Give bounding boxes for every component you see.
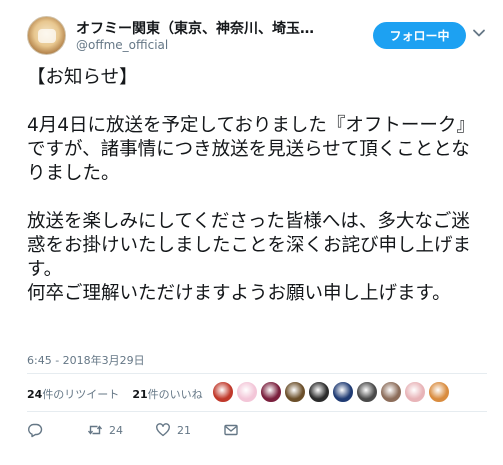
direct-message-button[interactable] bbox=[223, 422, 239, 438]
like-button[interactable]: 21 bbox=[155, 422, 191, 438]
retweet-stat[interactable]: 24件のリツイート bbox=[27, 386, 119, 402]
liker-avatars bbox=[212, 381, 452, 405]
tweet-header: オフミー関東（東京、神奈川、埼玉… @offme_official フォロー中 bbox=[27, 16, 487, 58]
retweet-button[interactable]: 24 bbox=[87, 422, 123, 438]
tweet-actions: 24 21 bbox=[27, 420, 239, 440]
tweet-stats: 24件のリツイート 21件のいいね bbox=[27, 384, 216, 404]
liker-avatar[interactable] bbox=[380, 381, 402, 403]
liker-avatar[interactable] bbox=[284, 381, 306, 403]
retweet-stat-label: 件のリツイート bbox=[42, 388, 120, 401]
reply-button[interactable] bbox=[27, 422, 43, 438]
tweet-text: 【お知らせ】 4月4日に放送を予定しておりました『オフトーーク』ですが、諸事情に… bbox=[27, 66, 487, 306]
like-stat-count: 21 bbox=[132, 388, 148, 401]
divider bbox=[27, 373, 487, 374]
tweet-paragraph: 4月4日に放送を予定しておりました『オフトーーク』ですが、諸事情につき放送を見送… bbox=[27, 115, 475, 184]
tweet-paragraph: 放送を楽しみにしてくださった皆様へは、多大なご迷惑をお掛けいたしましたことを深く… bbox=[27, 211, 472, 304]
liker-avatar[interactable] bbox=[308, 381, 330, 403]
like-count: 21 bbox=[177, 423, 191, 437]
liker-avatar[interactable] bbox=[428, 381, 450, 403]
tweet-timestamp[interactable]: 6:45 - 2018年3月29日 bbox=[27, 352, 145, 368]
avatar[interactable] bbox=[27, 16, 66, 55]
retweet-stat-count: 24 bbox=[27, 388, 43, 401]
heart-icon bbox=[156, 423, 170, 437]
following-button[interactable]: フォロー中 bbox=[373, 22, 466, 49]
retweet-count: 24 bbox=[109, 423, 123, 437]
tweet-card: オフミー関東（東京、神奈川、埼玉… @offme_official フォロー中 … bbox=[0, 0, 503, 465]
direct-message-icon bbox=[224, 424, 238, 436]
account-name[interactable]: オフミー関東（東京、神奈川、埼玉… bbox=[76, 18, 344, 38]
retweet-icon bbox=[87, 425, 103, 435]
account-handle[interactable]: @offme_official bbox=[76, 38, 168, 52]
liker-avatar[interactable] bbox=[236, 381, 258, 403]
divider bbox=[27, 411, 487, 412]
liker-avatar[interactable] bbox=[332, 381, 354, 403]
reply-icon bbox=[28, 423, 43, 438]
liker-avatar[interactable] bbox=[404, 381, 426, 403]
liker-avatar[interactable] bbox=[212, 381, 234, 403]
liker-avatar[interactable] bbox=[260, 381, 282, 403]
like-stat-label: 件のいいね bbox=[147, 388, 203, 401]
liker-avatar[interactable] bbox=[356, 381, 378, 403]
chevron-down-icon[interactable] bbox=[472, 26, 486, 40]
like-stat[interactable]: 21件のいいね bbox=[132, 386, 202, 402]
tweet-paragraph: 【お知らせ】 bbox=[27, 67, 138, 88]
